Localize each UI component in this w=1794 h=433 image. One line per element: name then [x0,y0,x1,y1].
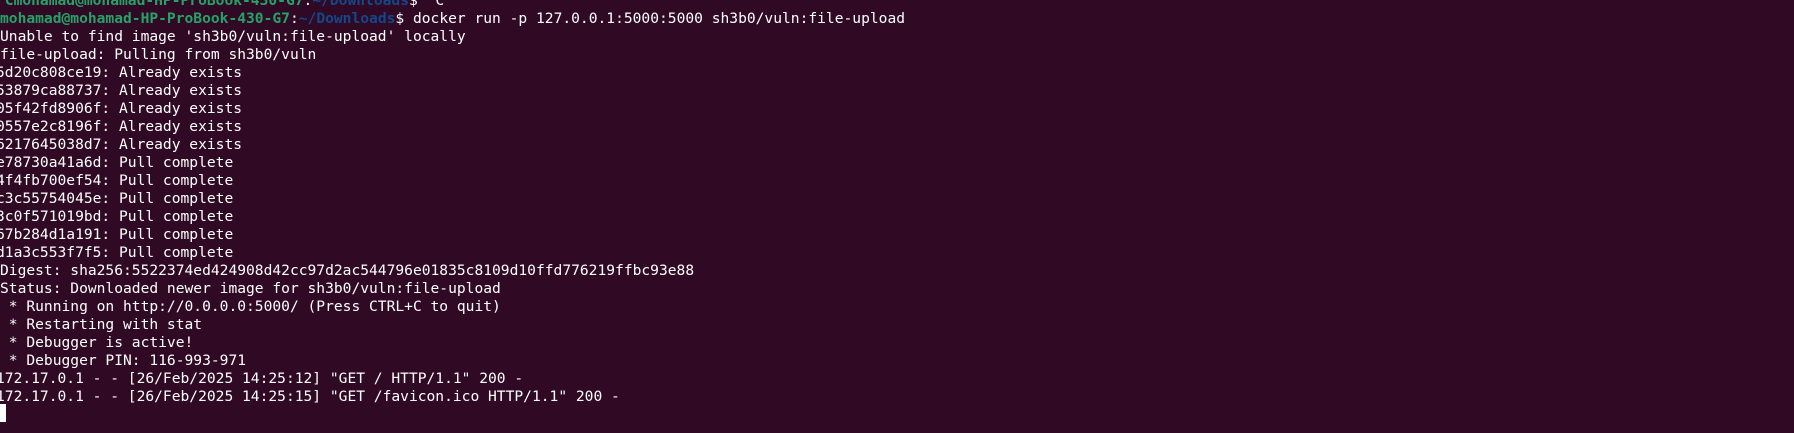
prompt-dollar: $ [408,0,427,9]
output-line: e78730a41a6d: Pull complete [0,154,234,171]
output-line: 6217645038d7: Already exists [0,136,243,153]
prompt-colon: : [289,10,299,27]
output-line: 172.17.0.1 - - [26/Feb/2025 14:25:15] "G… [0,388,620,405]
output-line: file-upload: Pulling from sh3b0/vuln [0,46,317,63]
prompt-path: ~/Downloads [298,10,396,27]
output-line: 4f4fb700ef54: Pull complete [0,172,234,189]
prompt-command: docker run -p 127.0.0.1:5000:5000 sh3b0/… [412,10,906,27]
terminal-cursor [0,404,6,422]
prompt-dollar: $ [395,10,413,27]
output-line: 05f42fd8906f: Already exists [0,100,243,117]
output-line: 3c0f571019bd: Pull complete [0,208,234,225]
output-line: 53879ca88737: Already exists [0,82,243,99]
output-line: Unable to find image 'sh3b0/vuln:file-up… [0,28,466,45]
output-line: 67b284d1a191: Pull complete [0,226,234,243]
output-line: d1a3c553f7f5: Pull complete [0,244,234,261]
prompt-line: mohamad@mohamad-HP-ProBook-430-G7:~/Down… [0,10,905,28]
prompt-user-host: mohamad@mohamad-HP-ProBook-430-G7 [0,10,290,27]
prompt-command: ^C [426,0,445,9]
prompt-line: ^Cmohamad@mohamad-HP-ProBook-430-G7:~/Do… [0,0,905,10]
output-line: c3c55754045e: Pull complete [0,190,234,207]
output-line: 5d20c808ce19: Already exists [0,64,243,81]
output-line: 0557e2c8196f: Already exists [0,118,243,135]
output-line: * Restarting with stat [0,316,203,333]
output-line: 172.17.0.1 - - [26/Feb/2025 14:25:12] "G… [0,370,524,387]
prompt-colon: : [303,0,313,9]
terminal-window[interactable]: ^Cmohamad@mohamad-HP-ProBook-430-G7:~/Do… [0,0,1794,433]
output-line: Digest: sha256:5522374ed424908d42cc97d2a… [0,262,695,279]
output-line: * Debugger is active! [0,334,194,351]
terminal-output: ^Cmohamad@mohamad-HP-ProBook-430-G7:~/Do… [0,0,905,406]
output-line: * Debugger PIN: 116-993-971 [0,352,247,369]
prompt-path: ~/Downloads [312,0,409,9]
output-line: * Running on http://0.0.0.0:5000/ (Press… [0,298,501,315]
output-line: Status: Downloaded newer image for sh3b0… [0,280,501,297]
prompt-user-host: ^Cmohamad@mohamad-HP-ProBook-430-G7 [0,0,304,9]
